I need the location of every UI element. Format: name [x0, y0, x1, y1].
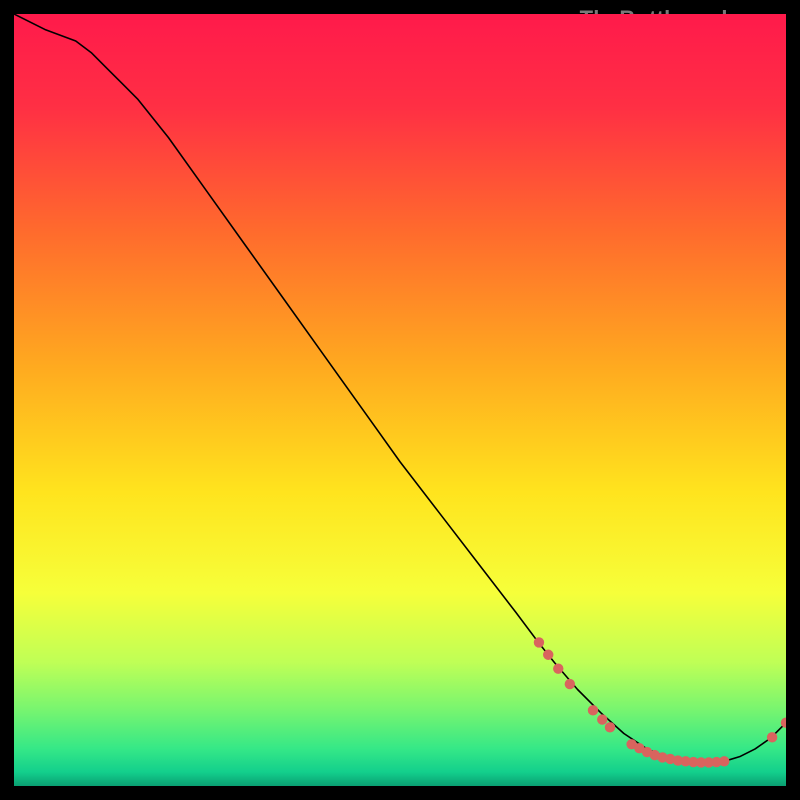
stage: TheBottleneck.com — [0, 0, 800, 800]
highlight-marker — [534, 637, 544, 647]
highlight-marker — [588, 705, 598, 715]
gradient-background — [14, 14, 786, 786]
highlight-marker — [605, 722, 615, 732]
highlight-marker — [565, 679, 575, 689]
highlight-marker — [597, 714, 607, 724]
bottleneck-chart — [14, 14, 786, 786]
highlight-marker — [767, 732, 777, 742]
highlight-marker — [719, 756, 729, 766]
highlight-marker — [543, 650, 553, 660]
highlight-marker — [553, 663, 563, 673]
